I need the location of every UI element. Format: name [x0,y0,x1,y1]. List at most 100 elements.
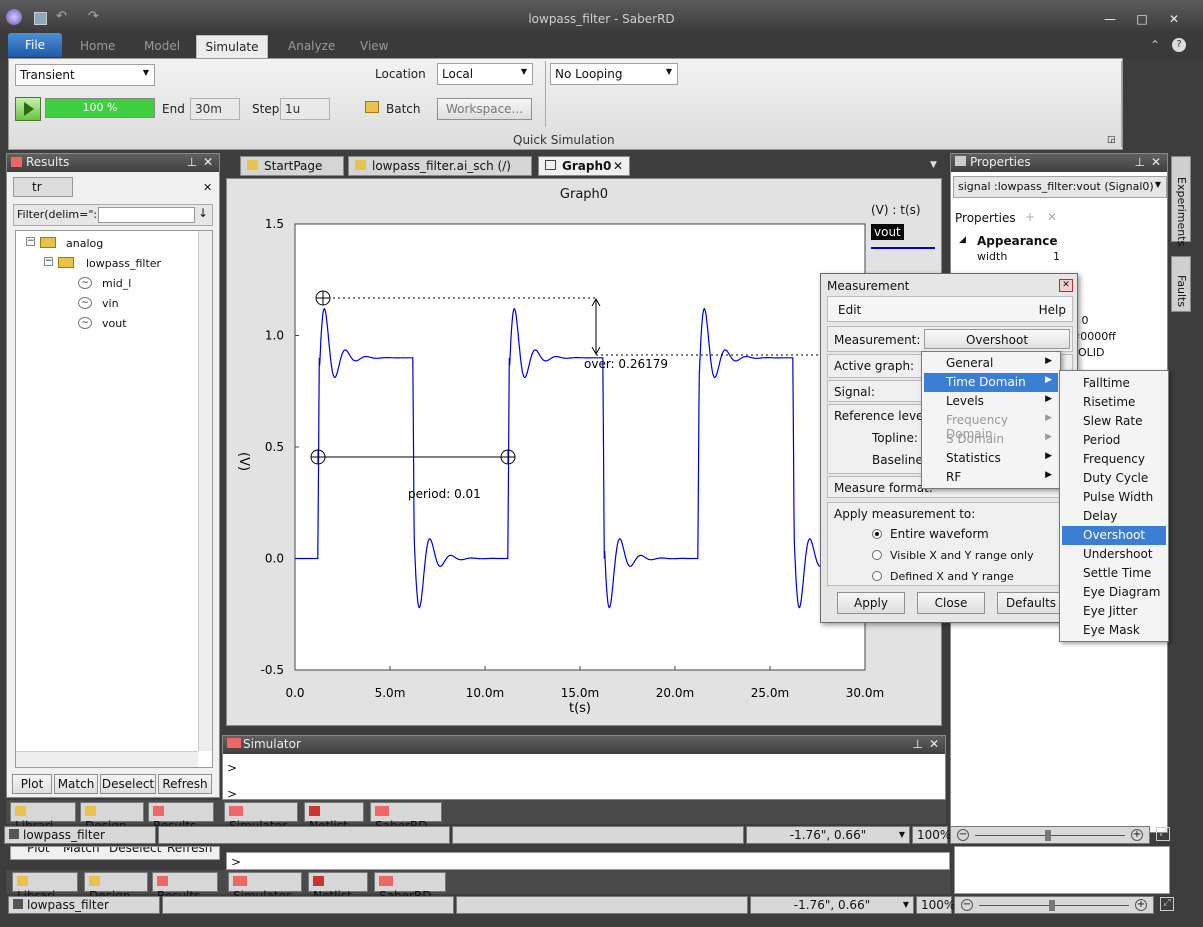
filter-input[interactable] [98,207,195,223]
close-icon[interactable]: ✕ [1151,155,1161,169]
match-button[interactable]: Match [54,774,98,794]
plot-button[interactable]: Plot [12,774,52,794]
results-tab[interactable]: tr [13,177,73,197]
appearance-section[interactable]: Appearance [977,234,1058,248]
submenu-item-frequency[interactable]: Frequency [1062,450,1166,469]
collapse-icon[interactable]: ◢ [959,235,966,245]
menu-item-rf[interactable]: RF ▶ [924,468,1058,487]
deselect-button[interactable]: Deselect [100,774,156,794]
tab-home[interactable]: Home [80,39,115,53]
apply-button[interactable]: Apply [837,592,905,614]
zoom-out-icon[interactable]: − [957,829,969,841]
tree-item-analog[interactable]: analog [66,237,103,250]
tab-libraries[interactable]: Librari... [10,802,76,833]
workspace-button[interactable]: Workspace... [437,98,532,120]
tab-file[interactable]: File [8,33,62,57]
help-icon[interactable]: ? [1172,38,1186,52]
looping-select[interactable]: No Looping ▼ [550,63,678,85]
tab-results[interactable]: Results [148,802,214,833]
tab-schematic[interactable]: lowpass_filter.ai_sch (/) [348,156,532,176]
submenu-item-slew-rate[interactable]: Slew Rate [1062,412,1166,431]
remove-icon[interactable]: ✕ [1047,210,1057,224]
fit-icon[interactable]: ⤢ [1156,827,1170,841]
tab-view[interactable]: View [360,39,388,53]
menu-help[interactable]: Help [1039,303,1066,317]
ribbon-collapse-icon[interactable]: ⌃ [1150,38,1160,52]
menu-item-time-domain[interactable]: Time Domain ▶ [924,373,1058,392]
tab-analyze[interactable]: Analyze [288,39,335,53]
close-icon[interactable]: ✕ [929,737,939,751]
submenu-item-undershoot[interactable]: Undershoot [1062,545,1166,564]
submenu-item-eye-jitter[interactable]: Eye Jitter [1062,602,1166,621]
location-select[interactable]: Local ▼ [437,63,533,85]
pin-icon[interactable]: ⊥ [913,737,923,751]
submenu-item-duty-cycle[interactable]: Duty Cycle [1062,469,1166,488]
submenu-item-overshoot[interactable]: Overshoot [1062,526,1166,545]
defaults-button[interactable]: Defaults [997,592,1065,614]
close-tab-icon[interactable]: ✕ [613,159,623,173]
expand-icon[interactable]: − [26,237,35,246]
submenu-item-eye-mask[interactable]: Eye Mask [1062,621,1166,640]
dialog-launcher-icon[interactable]: ◲ [1107,135,1116,145]
menu-item-frequency-domain: Frequency Domain ▶ [924,411,1058,441]
tree-hscrollbar[interactable] [16,751,198,767]
simulator-input[interactable]: > [227,787,237,801]
run-button[interactable] [15,97,41,121]
dialog-close-button[interactable]: ✕ [1059,279,1073,292]
tree-item-vin[interactable]: vin [102,297,119,310]
signal-selector[interactable]: signal :lowpass_filter:vout (Signal0) ▼ [953,176,1167,198]
submenu-item-settle-time[interactable]: Settle Time [1062,564,1166,583]
submenu-item-risetime[interactable]: Risetime [1062,393,1166,412]
filter-down-icon[interactable]: ↓ [198,206,208,220]
analysis-type-select[interactable]: Transient ▼ [15,64,155,86]
side-tab-faults[interactable]: Faults [1171,256,1191,312]
tab-simulate[interactable]: Simulate [196,35,268,59]
tab-saberrd[interactable]: SaberRD [370,802,442,833]
tab-simulator[interactable]: Simulator [224,802,298,833]
tree-item-mid-l[interactable]: mid_l [102,277,131,290]
submenu-item-falltime[interactable]: Falltime [1062,374,1166,393]
expand-icon[interactable]: − [44,257,53,266]
zoom-in-icon[interactable]: + [1131,829,1143,841]
radio-entire-waveform[interactable]: Entire waveform [872,527,989,541]
close-icon[interactable]: ✕ [203,155,213,169]
side-tab-experiments[interactable]: Experiments [1171,156,1191,246]
step-input[interactable]: 1u [280,98,330,120]
tree-item-lowpass-filter[interactable]: lowpass_filter [86,257,161,270]
menu-edit[interactable]: Edit [838,303,861,317]
close-button[interactable]: Close [917,592,985,614]
radio-defined-range[interactable]: Defined X and Y range [872,569,1014,583]
pin-icon[interactable]: ⊥ [1135,155,1145,169]
close-window-button[interactable]: ✕ [1164,12,1184,26]
submenu-item-delay[interactable]: Delay [1062,507,1166,526]
submenu-item-pulse-width[interactable]: Pulse Width [1062,488,1166,507]
submenu-item-period[interactable]: Period [1062,431,1166,450]
tab-startpage[interactable]: StartPage [240,156,344,176]
status-coords[interactable]: -1.76", 0.66" ▼ [746,826,910,844]
submenu-item-eye-diagram[interactable]: Eye Diagram [1062,583,1166,602]
add-icon[interactable]: + [1025,210,1035,224]
zoom-thumb[interactable] [1045,830,1051,841]
pin-icon[interactable]: ⊥ [187,155,197,169]
tab-graph0[interactable]: Graph0 ✕ [538,156,630,176]
end-input[interactable]: 30m [190,98,240,120]
maximize-button[interactable]: □ [1132,12,1152,26]
radio-visible-range[interactable]: Visible X and Y range only [872,548,1034,562]
refresh-button[interactable]: Refresh [158,774,212,794]
width-value[interactable]: 1 [1053,250,1060,263]
tree-scrollbar[interactable] [198,231,212,751]
batch-button[interactable]: Batch [386,102,421,116]
tab-list-icon[interactable]: ▼ [930,160,937,170]
zoom-slider[interactable]: − + [950,826,1150,844]
submenu-arrow-icon: ▶ [1045,432,1052,442]
tab-model[interactable]: Model [144,39,180,53]
menu-item-general[interactable]: General ▶ [924,354,1058,373]
menu-item-statistics[interactable]: Statistics ▶ [924,449,1058,468]
tab-design[interactable]: Design [80,802,144,833]
tab-netlist[interactable]: Netlist [304,802,364,833]
menu-item-levels[interactable]: Levels ▶ [924,392,1058,411]
measurement-select[interactable]: Overshoot [924,329,1070,349]
tree-item-vout[interactable]: vout [102,317,127,330]
minimize-button[interactable]: — [1100,12,1120,26]
close-tab-icon[interactable]: ✕ [203,181,212,194]
